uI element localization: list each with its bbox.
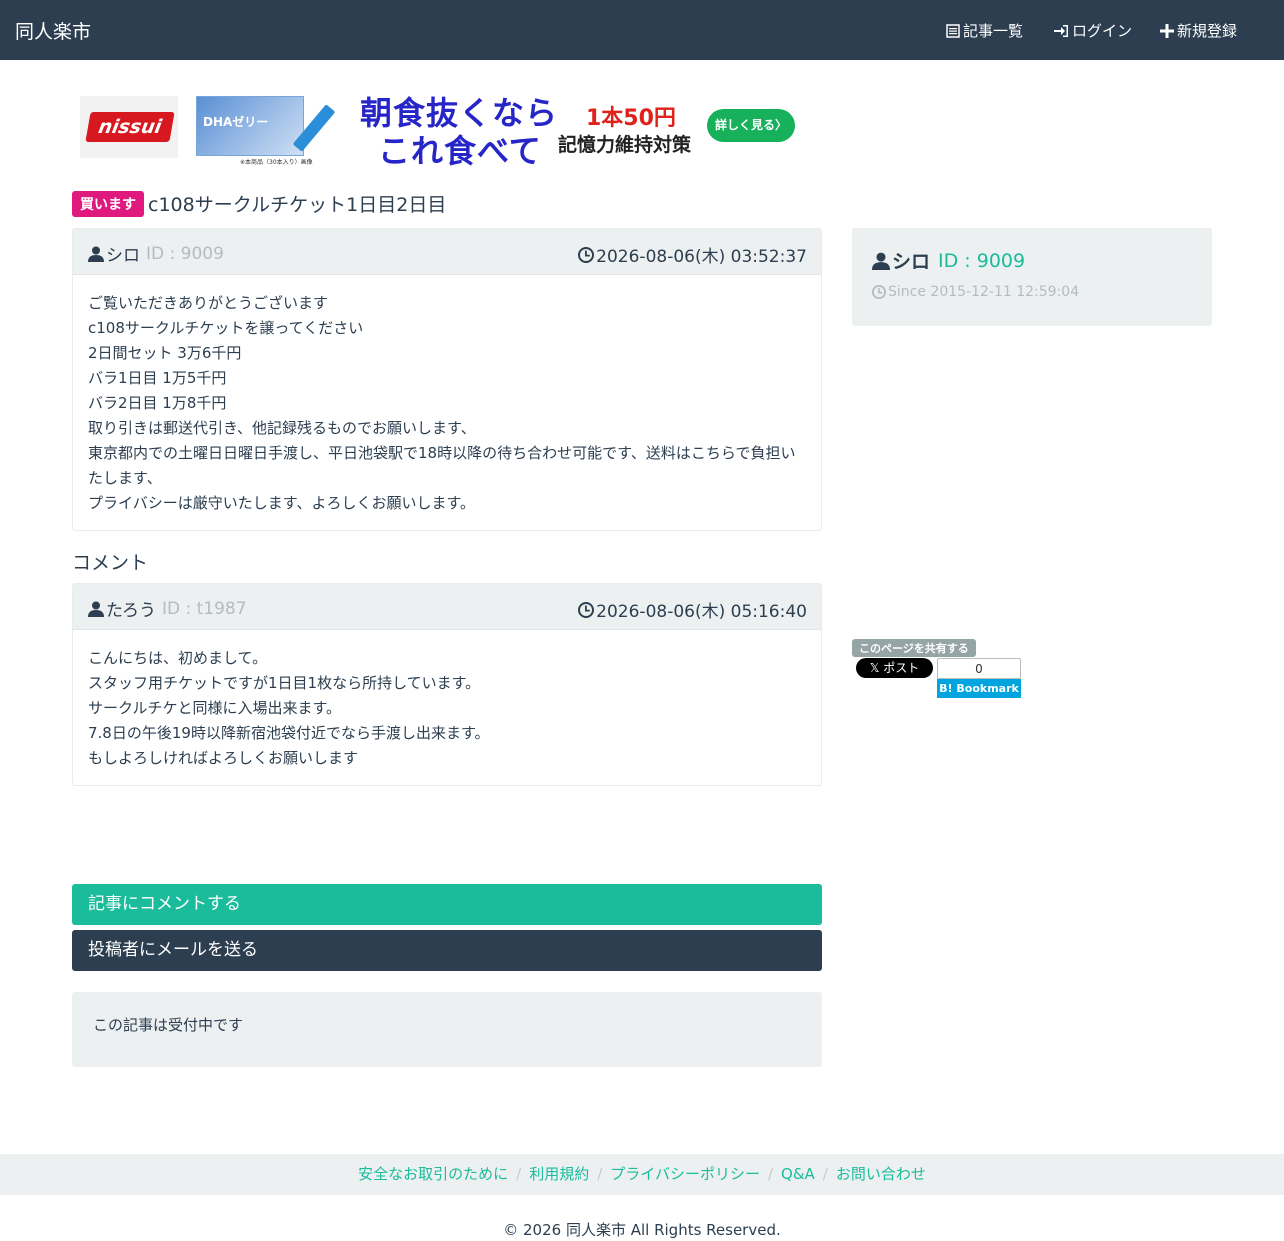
profile-card: シロ ID : 9009 Since 2015-12-11 12:59:04 bbox=[852, 228, 1212, 326]
user-icon bbox=[88, 601, 104, 617]
comment-button[interactable]: 記事にコメントする bbox=[72, 884, 822, 925]
clock-icon bbox=[872, 285, 886, 299]
hatena-count: 0 bbox=[937, 658, 1021, 679]
profile-name: シロ ID : 9009 bbox=[872, 247, 1025, 274]
footer-link-safety[interactable]: 安全なお取引のために bbox=[358, 1165, 508, 1183]
footer-separator: / bbox=[516, 1165, 522, 1183]
nav-login-label: ログイン bbox=[1072, 22, 1133, 40]
footer-separator: / bbox=[767, 1165, 774, 1183]
comment-line: もしよろしければよろしくお願いします bbox=[88, 749, 359, 767]
brand-logo: nissui bbox=[80, 96, 178, 158]
ad-banner[interactable]: nissui DHAゼリー ※本商品（30本入り）画像 朝食抜くなら これ食べて… bbox=[80, 88, 800, 170]
post-title-row: 買います c108サークルチケット1日目2日目 bbox=[72, 190, 446, 217]
hatena-bookmark-button[interactable]: B! Bookmark bbox=[937, 679, 1021, 698]
post-author: シロ ID : 9009 bbox=[88, 241, 224, 266]
footer-links: 安全なお取引のために / 利用規約 / プライバシーポリシー / Q&A / お問い合わせ bbox=[0, 1154, 1284, 1195]
user-icon bbox=[872, 252, 890, 270]
ad-subtitle: 記憶力維持対策 bbox=[558, 134, 692, 156]
comment-author-id: ID : t1987 bbox=[161, 598, 247, 619]
comment-line: 7.8日の午後19時以降新宿池袋付近でなら手渡し出来ます。 bbox=[88, 724, 490, 742]
footer-link-terms[interactable]: 利用規約 bbox=[529, 1165, 589, 1183]
comment-body: こんにちは、初めまして。 スタッフ用チケットですが1日目1枚なら所持しています。… bbox=[73, 630, 821, 787]
nav-articles-label: 記事一覧 bbox=[963, 22, 1024, 40]
post-panel: シロ ID : 9009 2026-08-06(木) 03:52:37 ご覧いた… bbox=[72, 228, 822, 531]
post-line: バラ2日目 1万8千円 bbox=[88, 394, 227, 412]
comments-heading: コメント bbox=[72, 552, 149, 574]
post-line: プライバシーは厳守いたします、よろしくお願いします。 bbox=[88, 494, 476, 512]
nav-articles[interactable]: 記事一覧 bbox=[946, 20, 1023, 41]
comment-line: スタッフ用チケットですが1日目1枚なら所持しています。 bbox=[88, 674, 481, 692]
post-line: 取り引きは郵送代引き、他記録残るものでお願いします、 bbox=[88, 419, 476, 437]
comment-panel: たろう ID : t1987 2026-08-06(木) 05:16:40 こん… bbox=[72, 583, 822, 786]
x-post-label: ポスト bbox=[883, 661, 920, 675]
comment-datetime-text: 2026-08-06(木) 05:16:40 bbox=[596, 602, 807, 622]
login-icon bbox=[1054, 24, 1068, 37]
footer-link-contact[interactable]: お問い合わせ bbox=[836, 1165, 926, 1183]
post-header: シロ ID : 9009 2026-08-06(木) 03:52:37 bbox=[73, 229, 821, 275]
copyright: © 2026 同人楽市 All Rights Reserved. bbox=[503, 1221, 781, 1239]
profile-username[interactable]: シロ bbox=[892, 247, 930, 274]
ad-headline-2: これ食べて bbox=[378, 132, 542, 170]
post-line: ご覧いただきありがとうございます bbox=[88, 294, 329, 312]
status-well: この記事は受付中です bbox=[72, 992, 822, 1067]
x-post-button[interactable]: 𝕏 ポスト bbox=[856, 658, 933, 678]
post-line: 東京都内での土曜日日曜日手渡し、平日池袋駅で18時以降の待ち合わせ可能です、送料… bbox=[88, 444, 796, 462]
ad-details-button[interactable]: 詳しく見る〉 bbox=[707, 109, 795, 142]
comment-line: こんにちは、初めまして。 bbox=[88, 649, 268, 667]
profile-since: Since 2015-12-11 12:59:04 bbox=[872, 284, 1079, 300]
user-icon bbox=[88, 246, 104, 262]
post-title: c108サークルチケット1日目2日目 bbox=[148, 194, 447, 216]
nav-login[interactable]: ログイン bbox=[1053, 20, 1132, 41]
product-image: DHAゼリー bbox=[196, 96, 304, 156]
nav-register-label: 新規登録 bbox=[1177, 22, 1238, 40]
comment-author: たろう ID : t1987 bbox=[88, 596, 247, 621]
footer-separator: / bbox=[822, 1165, 828, 1183]
post-datetime: 2026-08-06(木) 03:52:37 bbox=[578, 242, 807, 267]
share-label: このページを共有する bbox=[852, 639, 976, 657]
author-id: ID : 9009 bbox=[146, 243, 224, 264]
comment-line: サークルチケと同様に入場出来ます。 bbox=[88, 699, 342, 717]
post-line: バラ1日目 1万5千円 bbox=[88, 369, 227, 387]
site-brand[interactable]: 同人楽市 bbox=[15, 17, 91, 44]
ad-price: 1本50円 bbox=[586, 106, 676, 131]
comment-author-name[interactable]: たろう bbox=[106, 596, 156, 621]
plus-icon bbox=[1160, 23, 1174, 38]
mail-poster-button[interactable]: 投稿者にメールを送る bbox=[72, 930, 822, 971]
post-line: 2日間セット 3万6千円 bbox=[88, 344, 242, 362]
navbar: 同人楽市 記事一覧 ログイン 新規登録 bbox=[0, 0, 1284, 60]
post-body: ご覧いただきありがとうございます c108サークルチケットを譲ってください 2日… bbox=[73, 275, 821, 532]
comment-datetime: 2026-08-06(木) 05:16:40 bbox=[578, 597, 807, 622]
x-icon: 𝕏 bbox=[869, 661, 884, 675]
footer-link-qa[interactable]: Q&A bbox=[781, 1165, 815, 1183]
clock-icon bbox=[578, 601, 595, 618]
status-text: この記事は受付中です bbox=[93, 1016, 244, 1034]
list-icon bbox=[946, 23, 960, 38]
profile-id: ID : 9009 bbox=[938, 249, 1026, 272]
footer-separator: / bbox=[597, 1165, 603, 1183]
author-name[interactable]: シロ bbox=[106, 241, 140, 266]
post-datetime-text: 2026-08-06(木) 03:52:37 bbox=[596, 247, 807, 267]
profile-since-text: Since 2015-12-11 12:59:04 bbox=[888, 284, 1080, 300]
product-note: ※本商品（30本入り）画像 bbox=[240, 159, 313, 166]
clock-icon bbox=[578, 246, 595, 263]
footer-link-privacy[interactable]: プライバシーポリシー bbox=[610, 1165, 760, 1183]
comment-header: たろう ID : t1987 2026-08-06(木) 05:16:40 bbox=[73, 584, 821, 630]
post-line: c108サークルチケットを譲ってください bbox=[88, 319, 364, 337]
nav-register[interactable]: 新規登録 bbox=[1160, 20, 1237, 41]
buy-badge: 買います bbox=[72, 190, 144, 217]
post-line: たします、 bbox=[88, 469, 162, 487]
